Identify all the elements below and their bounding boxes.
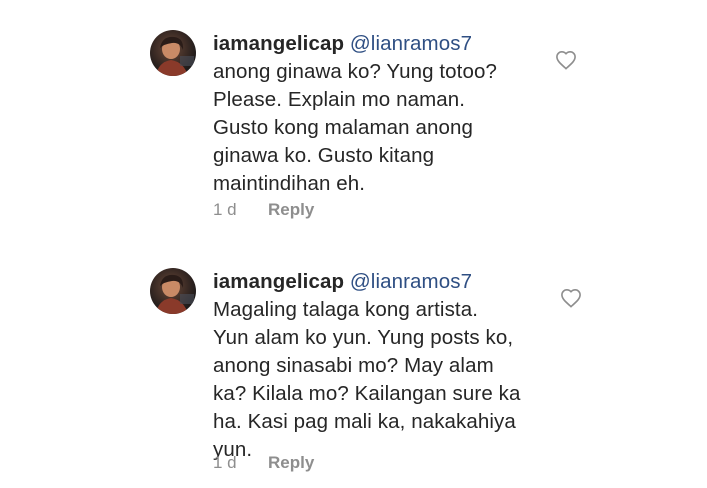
- comment-username[interactable]: iamangelicap: [213, 32, 344, 55]
- comment-line: Please. Explain mo naman.: [213, 88, 466, 111]
- comment-line: maintindihan eh.: [213, 172, 366, 195]
- comment-text: iamangelicap @lianramos7 Magaling talaga…: [213, 268, 553, 464]
- avatar[interactable]: [150, 30, 196, 76]
- comment-line: ka? Kilala mo? Kailangan sure ka: [213, 382, 521, 405]
- reply-button[interactable]: Reply: [268, 200, 314, 220]
- comment-line: anong sinasabi mo? May alam: [213, 354, 494, 377]
- comment-meta: 1 d Reply: [213, 453, 314, 473]
- comment-timestamp: 1 d: [213, 453, 237, 472]
- heart-outline-icon[interactable]: [560, 288, 582, 308]
- comment-timestamp: 1 d: [213, 200, 237, 219]
- avatar-photo: [156, 36, 194, 76]
- avatar[interactable]: [150, 268, 196, 314]
- comment-mention[interactable]: @lianramos7: [350, 32, 472, 55]
- comment-line: Magaling talaga kong artista.: [213, 298, 479, 321]
- comment-line: ginawa ko. Gusto kitang: [213, 144, 435, 167]
- comment-item: iamangelicap @lianramos7 anong ginawa ko…: [150, 30, 600, 230]
- heart-outline-icon[interactable]: [555, 50, 577, 70]
- comment-line: Gusto kong malaman anong: [213, 116, 473, 139]
- comment-line: ha. Kasi pag mali ka, nakakahiya: [213, 410, 516, 433]
- comment-line: anong ginawa ko? Yung totoo?: [213, 60, 497, 83]
- avatar-photo: [156, 274, 194, 314]
- comment-item: iamangelicap @lianramos7 Magaling talaga…: [150, 268, 600, 478]
- comment-mention[interactable]: @lianramos7: [350, 270, 472, 293]
- comments-screen: iamangelicap @lianramos7 anong ginawa ko…: [0, 0, 707, 488]
- comment-meta: 1 d Reply: [213, 200, 314, 220]
- reply-button[interactable]: Reply: [268, 453, 314, 473]
- comment-username[interactable]: iamangelicap: [213, 270, 344, 293]
- comment-body: iamangelicap @lianramos7 Magaling talaga…: [213, 268, 553, 464]
- comment-text: iamangelicap @lianramos7 anong ginawa ko…: [213, 30, 553, 198]
- comment-body: iamangelicap @lianramos7 anong ginawa ko…: [213, 30, 553, 198]
- comment-line: Yun alam ko yun. Yung posts ko,: [213, 326, 514, 349]
